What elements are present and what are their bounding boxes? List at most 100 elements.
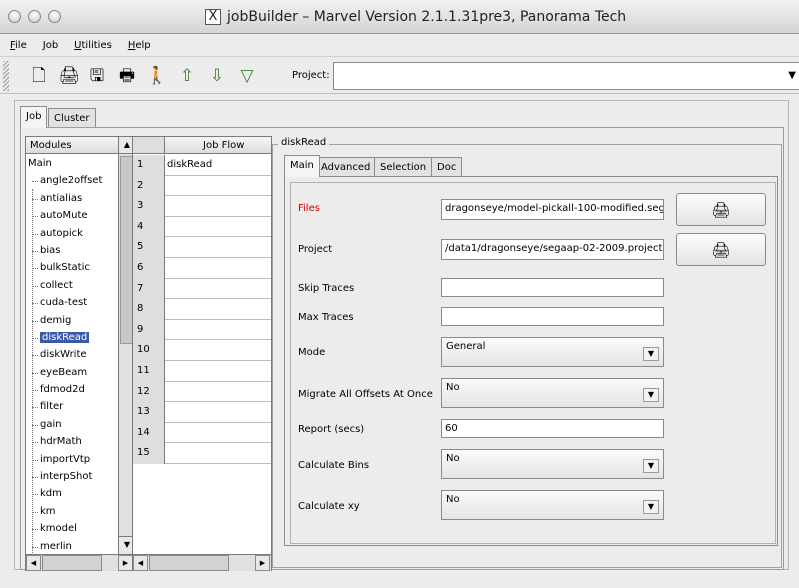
tab-main[interactable]: Main [284,155,320,177]
module-item[interactable]: importVtp [26,451,118,468]
module-item[interactable]: interpShot [26,468,118,485]
module-item[interactable]: eyeBeam [26,364,118,381]
browse-files-button[interactable]: 🖨 [676,193,766,226]
table-row[interactable]: 6 [133,257,271,279]
modules-hscroll-thumb[interactable] [42,555,102,571]
table-row[interactable]: 7 [133,278,271,300]
module-item[interactable]: kmodel [26,520,118,537]
zoom-window-button[interactable] [48,10,61,23]
title-bar: X jobBuilder – Marvel Version 2.1.1.31pr… [0,0,799,34]
calculate-bins-select-value: No [446,453,460,464]
tab-selection[interactable]: Selection [374,157,433,177]
skip-traces-label: Skip Traces [298,283,355,294]
toolbar-grip[interactable] [3,61,9,91]
module-item[interactable]: autoMute [26,207,118,224]
max-traces-input[interactable] [441,307,664,326]
skip-traces-input[interactable] [441,278,664,297]
table-row[interactable]: 10 [133,340,271,361]
module-item[interactable]: hdrMath [26,433,118,450]
chevron-down-icon[interactable]: ▼ [643,500,659,514]
table-row[interactable]: 4 [133,216,271,238]
module-item[interactable]: antialias [26,190,118,207]
row-number: 10 [133,340,165,361]
modules-tree[interactable]: Main angle2offset antialias autoMute aut… [26,155,118,553]
modules-horizontal-scrollbar[interactable]: ◀ ▶ [26,554,135,571]
down-arrow-icon[interactable]: ⇩ [206,66,228,86]
module-item[interactable]: bias [26,242,118,259]
modules-header[interactable]: Modules [26,137,118,154]
job-flow-horizontal-scrollbar[interactable]: ◀ ▶ [133,554,271,571]
table-row[interactable]: 3 [133,196,271,217]
tab-advanced[interactable]: Advanced [315,157,377,177]
minimize-window-button[interactable] [28,10,41,23]
migrate-all-select-value: No [446,382,460,393]
table-row[interactable]: 11 [133,360,271,382]
project-combobox[interactable]: ▼ [333,62,799,90]
browse-project-button[interactable]: 🖨 [676,233,766,266]
table-row[interactable]: 13 [133,402,271,423]
modules-panel: Modules ▲ Main angle2offset antialias au… [25,136,135,571]
menu-job[interactable]: Job [43,40,58,51]
table-row[interactable]: 12 [133,381,271,403]
row-number: 3 [133,196,165,217]
job-flow-cell[interactable]: diskRead [167,159,212,170]
row-number: 9 [133,319,165,341]
run-icon[interactable]: 🚶 [146,66,168,86]
module-item[interactable]: gain [26,416,118,433]
menu-utilities[interactable]: Utilities [74,40,112,51]
module-item-selected[interactable]: diskRead [26,329,118,346]
scroll-left-icon[interactable]: ◀ [133,555,148,571]
module-item[interactable]: demig [26,312,118,329]
table-row[interactable]: 9 [133,319,271,341]
scroll-left-icon[interactable]: ◀ [26,555,41,571]
tab-doc[interactable]: Doc [431,157,463,177]
chevron-down-icon[interactable]: ▼ [643,347,659,361]
calculate-bins-label: Calculate Bins [298,460,370,471]
menu-help[interactable]: Help [128,40,151,51]
up-arrow-icon[interactable]: ⇧ [176,66,198,86]
scroll-right-icon[interactable]: ▶ [255,555,270,571]
module-item[interactable]: fdmod2d [26,381,118,398]
scroll-right-icon[interactable]: ▶ [118,555,133,571]
mode-select-value: General [446,341,486,352]
calculate-bins-select[interactable]: No ▼ [441,449,664,479]
menu-file[interactable]: File [10,40,27,51]
module-item[interactable]: diskWrite [26,346,118,363]
table-row[interactable]: 14 [133,422,271,444]
chevron-down-icon[interactable]: ▼ [643,459,659,473]
module-item[interactable]: angle2offset [26,172,118,189]
tab-job[interactable]: Job [20,106,48,128]
report-secs-input[interactable]: 60 [441,419,664,438]
print-icon[interactable]: 🖶 [116,66,138,86]
new-file-icon[interactable]: 🗋 [28,66,50,86]
migrate-all-select[interactable]: No ▼ [441,378,664,408]
project-field-input[interactable]: /data1/dragonseye/segaap-02-2009.project [441,239,664,260]
chevron-down-icon[interactable]: ▼ [643,388,659,402]
module-item[interactable]: kdm [26,485,118,502]
files-input[interactable]: dragonseye/model-pickall-100-modified.se… [441,199,664,220]
filter-icon[interactable]: ▽ [236,66,258,86]
mode-select[interactable]: General ▼ [441,337,664,367]
table-row[interactable]: 8 [133,299,271,320]
calculate-xy-select[interactable]: No ▼ [441,490,664,520]
chevron-down-icon[interactable]: ▼ [788,70,796,81]
job-flow-header[interactable]: Job Flow [165,137,271,154]
table-row[interactable]: 5 [133,237,271,258]
tab-cluster[interactable]: Cluster [48,108,96,128]
module-item[interactable]: filter [26,398,118,415]
tree-root-main[interactable]: Main [26,155,118,172]
module-item[interactable]: bulkStatic [26,259,118,276]
module-item[interactable]: km [26,503,118,520]
open-file-icon[interactable]: 🖨 [58,66,80,86]
close-window-button[interactable] [8,10,21,23]
save-icon[interactable]: 🖫 [86,66,108,86]
module-item[interactable]: collect [26,277,118,294]
table-row[interactable]: 2 [133,175,271,197]
module-item[interactable]: cuda-test [26,294,118,311]
calculate-xy-label: Calculate xy [298,501,360,512]
module-item[interactable]: merlin [26,538,118,553]
table-row[interactable]: 1 diskRead [133,155,271,176]
module-item[interactable]: autopick [26,225,118,242]
job-flow-hscroll-thumb[interactable] [149,555,229,571]
table-row[interactable]: 15 [133,443,271,464]
